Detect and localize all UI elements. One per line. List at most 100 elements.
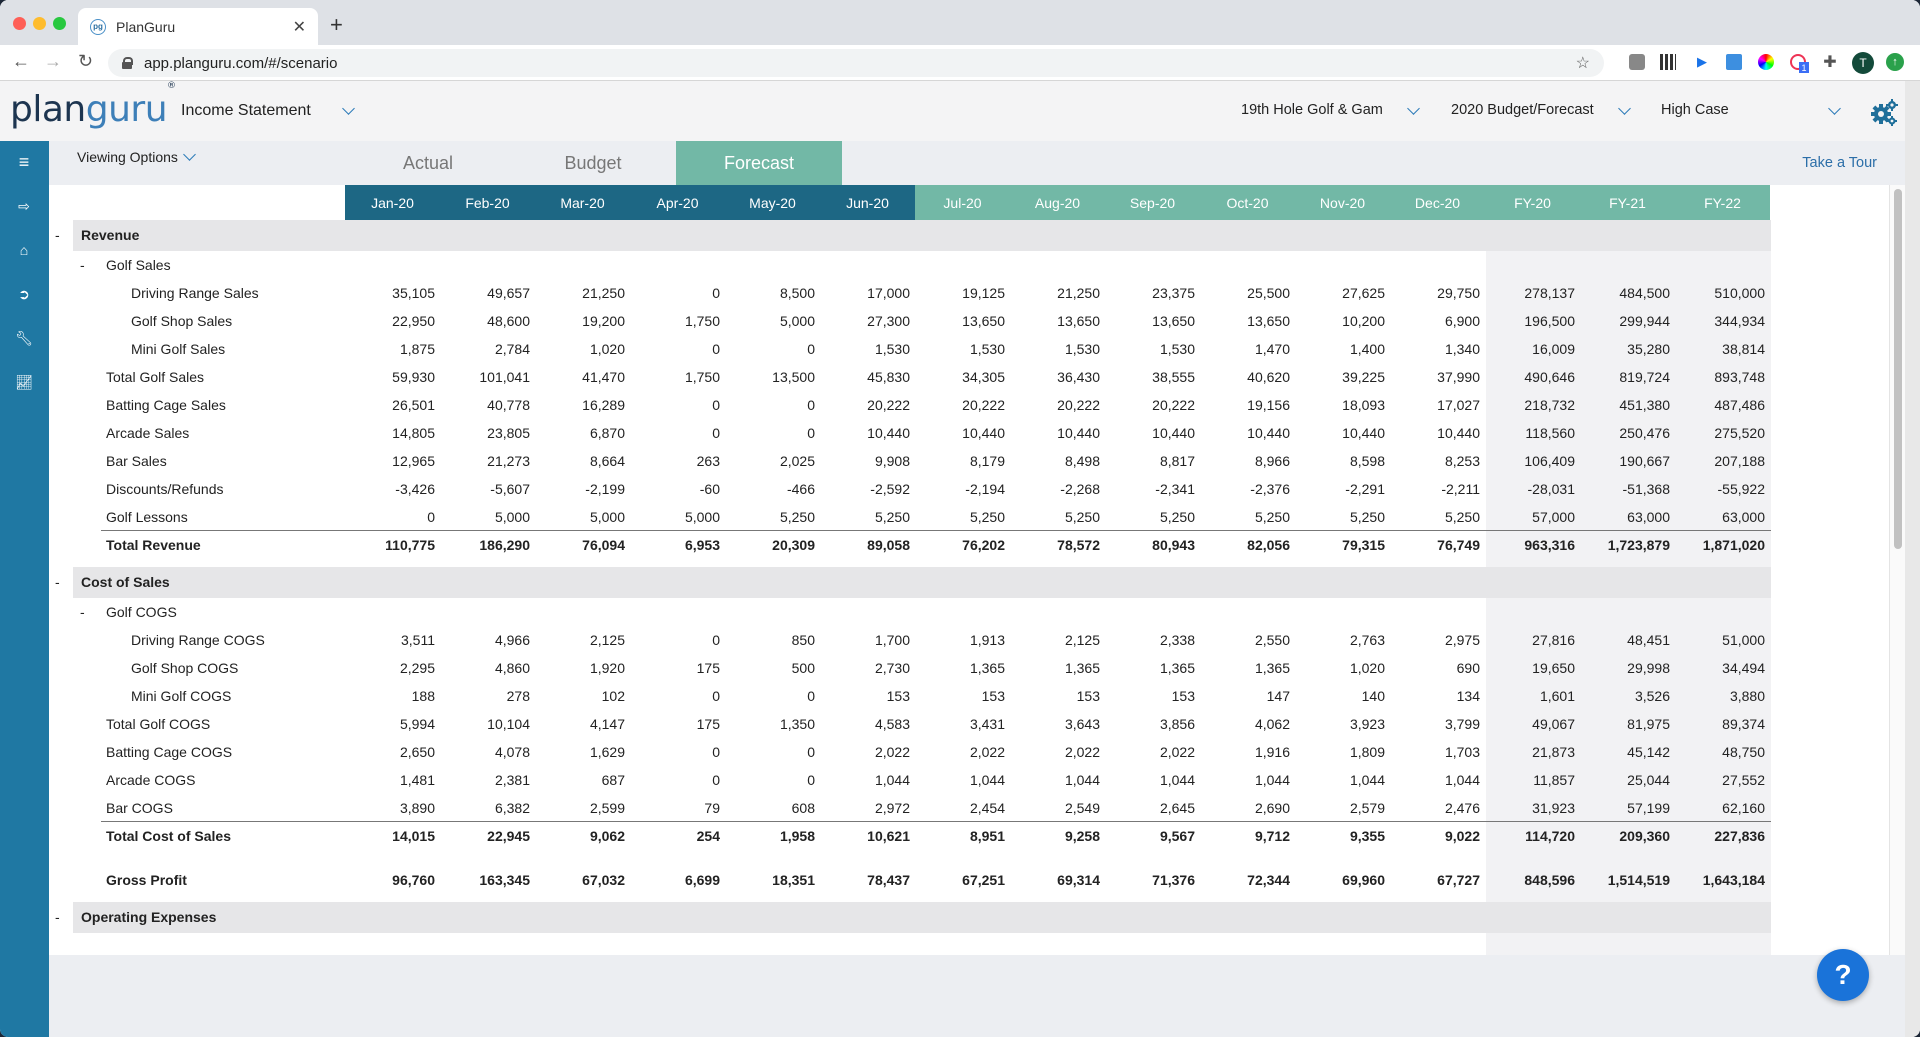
cell-value[interactable]: 5,250 [1105, 509, 1200, 525]
cell-value[interactable]: -51,368 [1580, 481, 1675, 497]
close-window-button[interactable] [13, 17, 26, 30]
cell-value[interactable]: -466 [725, 481, 820, 497]
cell-value[interactable]: 49,657 [440, 285, 535, 301]
cell-value[interactable]: -28,031 [1485, 481, 1580, 497]
cell-value[interactable]: 5,250 [725, 509, 820, 525]
cell-value[interactable]: 19,200 [535, 313, 630, 329]
cell-value[interactable]: 3,799 [1390, 716, 1485, 732]
row-label[interactable]: Driving Range COGS [131, 632, 265, 648]
cell-value[interactable]: 62,160 [1675, 800, 1770, 816]
menu-icon[interactable]: ≡ [12, 150, 36, 174]
cell-value[interactable]: 34,305 [915, 369, 1010, 385]
cell-value[interactable]: 89,058 [820, 537, 915, 553]
cell-value[interactable]: 1,514,519 [1580, 872, 1675, 888]
cell-value[interactable]: 1,643,184 [1675, 872, 1770, 888]
cell-value[interactable]: 8,498 [1010, 453, 1105, 469]
cell-value[interactable]: 27,300 [820, 313, 915, 329]
cell-value[interactable]: 10,440 [1010, 425, 1105, 441]
cell-value[interactable]: 1,470 [1200, 341, 1295, 357]
row-label[interactable]: Arcade COGS [106, 772, 195, 788]
cell-value[interactable]: 0 [630, 772, 725, 788]
cell-value[interactable]: 2,476 [1390, 800, 1485, 816]
cell-value[interactable]: 6,870 [535, 425, 630, 441]
tab-actual[interactable]: Actual [345, 141, 511, 185]
column-header[interactable]: Dec-20 [1390, 185, 1485, 220]
cell-value[interactable]: 1,020 [535, 341, 630, 357]
cell-value[interactable]: 48,750 [1675, 744, 1770, 760]
camera-extension-icon[interactable] [1629, 54, 1645, 70]
arrow-circle-icon[interactable]: ➲ [12, 282, 36, 306]
cell-value[interactable]: 819,724 [1580, 369, 1675, 385]
cell-value[interactable]: 27,816 [1485, 632, 1580, 648]
cell-value[interactable]: 8,664 [535, 453, 630, 469]
company-selector[interactable]: 19th Hole Golf & Gam [1241, 102, 1383, 118]
row-label[interactable]: Driving Range Sales [131, 285, 259, 301]
cell-value[interactable]: 263 [630, 453, 725, 469]
cell-value[interactable]: 250,476 [1580, 425, 1675, 441]
cell-value[interactable]: 2,730 [820, 660, 915, 676]
scrollbar-thumb[interactable] [1894, 189, 1902, 549]
cell-value[interactable]: 5,250 [915, 509, 1010, 525]
column-header[interactable]: Apr-20 [630, 185, 725, 220]
cell-value[interactable]: 34,494 [1675, 660, 1770, 676]
cell-value[interactable]: 2,763 [1295, 632, 1390, 648]
cell-value[interactable]: 110,775 [345, 537, 440, 553]
cell-value[interactable]: 20,222 [1010, 397, 1105, 413]
cell-value[interactable]: 48,600 [440, 313, 535, 329]
cell-value[interactable]: 2,381 [440, 772, 535, 788]
cell-value[interactable]: -2,268 [1010, 481, 1105, 497]
cell-value[interactable]: 89,374 [1675, 716, 1770, 732]
cell-value[interactable]: 37,990 [1390, 369, 1485, 385]
cell-value[interactable]: 1,750 [630, 313, 725, 329]
cell-value[interactable]: 1,530 [1010, 341, 1105, 357]
media-extension-icon[interactable]: ▶ [1694, 54, 1710, 70]
scenario-selector[interactable]: High Case [1661, 102, 1729, 118]
row-label[interactable]: Batting Cage COGS [106, 744, 232, 760]
cell-value[interactable]: 36,430 [1010, 369, 1105, 385]
cell-value[interactable]: 2,550 [1200, 632, 1295, 648]
cell-value[interactable]: 5,000 [725, 313, 820, 329]
cell-value[interactable]: 38,555 [1105, 369, 1200, 385]
tab-budget[interactable]: Budget [510, 141, 676, 185]
cell-value[interactable]: 153 [1105, 688, 1200, 704]
cell-value[interactable]: 0 [630, 341, 725, 357]
chat-extension-icon[interactable] [1726, 54, 1742, 70]
cell-value[interactable]: 1,916 [1200, 744, 1295, 760]
cell-value[interactable]: 10,200 [1295, 313, 1390, 329]
cell-value[interactable]: 1,629 [535, 744, 630, 760]
plan-chevron-down-icon[interactable] [1618, 102, 1631, 115]
cell-value[interactable]: 9,567 [1105, 828, 1200, 844]
cell-value[interactable]: 299,944 [1580, 313, 1675, 329]
cell-value[interactable]: 14,805 [345, 425, 440, 441]
cell-value[interactable]: 153 [820, 688, 915, 704]
cell-value[interactable]: 5,000 [535, 509, 630, 525]
vertical-scrollbar[interactable] [1889, 185, 1905, 955]
cell-value[interactable]: 40,620 [1200, 369, 1295, 385]
row-label[interactable]: Total Cost of Sales [106, 828, 231, 844]
cell-value[interactable]: 1,350 [725, 716, 820, 732]
column-header[interactable]: May-20 [725, 185, 820, 220]
collapse-toggle[interactable]: - [55, 574, 60, 590]
cell-value[interactable]: 25,500 [1200, 285, 1295, 301]
cell-value[interactable]: 850 [725, 632, 820, 648]
cell-value[interactable]: 10,440 [1390, 425, 1485, 441]
collapse-toggle[interactable]: - [55, 909, 60, 925]
cell-value[interactable]: 2,022 [820, 744, 915, 760]
cell-value[interactable]: 9,355 [1295, 828, 1390, 844]
cell-value[interactable]: 14,015 [345, 828, 440, 844]
cell-value[interactable]: 4,147 [535, 716, 630, 732]
cell-value[interactable]: 490,646 [1485, 369, 1580, 385]
cell-value[interactable]: 0 [725, 772, 820, 788]
cell-value[interactable]: 2,022 [1010, 744, 1105, 760]
cell-value[interactable]: 3,923 [1295, 716, 1390, 732]
cell-value[interactable]: 1,481 [345, 772, 440, 788]
cell-value[interactable]: 13,650 [1105, 313, 1200, 329]
cell-value[interactable]: 690 [1390, 660, 1485, 676]
cell-value[interactable]: 1,920 [535, 660, 630, 676]
cell-value[interactable]: -2,376 [1200, 481, 1295, 497]
browser-tab[interactable]: pg PlanGuru ✕ [78, 8, 318, 45]
cell-value[interactable]: 13,650 [915, 313, 1010, 329]
cell-value[interactable]: 27,625 [1295, 285, 1390, 301]
cell-value[interactable]: 57,199 [1580, 800, 1675, 816]
chart-line-icon[interactable]: 📈︎ [12, 370, 36, 394]
